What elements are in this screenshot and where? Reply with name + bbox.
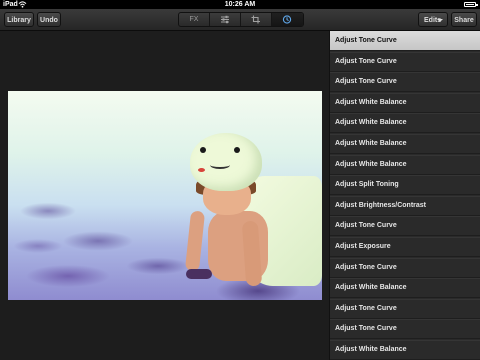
share-button[interactable]: Share — [451, 12, 477, 27]
toolbar: Library Undo FX Edits Share — [0, 9, 480, 31]
edit-history-item[interactable]: Adjust Tone Curve — [330, 258, 480, 278]
tab-fx-label: FX — [189, 16, 199, 23]
tool-segmented-control: FX — [178, 12, 304, 27]
edit-history-item[interactable]: Adjust Tone Curve — [330, 319, 480, 340]
edits-history-panel: Adjust Tone Curve Adjust Tone Curve Adjust… — [329, 31, 480, 360]
edit-history-item[interactable]: Adjust White Balance — [330, 155, 480, 175]
photo-arm-left — [184, 210, 206, 272]
hood-mouth — [210, 161, 230, 169]
sliders-icon — [221, 15, 229, 24]
edit-history-item[interactable]: Adjust Tone Curve — [330, 216, 480, 237]
photo-hand-sand — [186, 269, 212, 279]
library-button[interactable]: Library — [4, 12, 34, 27]
dropdown-caret-icon — [437, 19, 443, 22]
edit-history-item[interactable]: Adjust White Balance — [330, 340, 480, 360]
crop-icon — [251, 15, 260, 24]
tab-adjust[interactable] — [210, 13, 241, 26]
hood-eye-right — [234, 147, 240, 153]
edit-history-item[interactable]: Adjust White Balance — [330, 113, 480, 134]
hood-tongue — [198, 168, 205, 172]
edit-history-item[interactable]: Adjust White Balance — [330, 134, 480, 154]
tab-fx[interactable]: FX — [179, 13, 210, 26]
edit-history-item[interactable]: Adjust Exposure — [330, 237, 480, 257]
edits-menu-button[interactable]: Edits — [418, 12, 448, 27]
edit-history-item[interactable]: Adjust Split Toning — [330, 175, 480, 196]
clock-time: 10:26 AM — [224, 1, 256, 8]
tab-crop[interactable] — [241, 13, 272, 26]
edit-history-item[interactable]: Adjust White Balance — [330, 278, 480, 299]
edit-history-item[interactable]: Adjust Tone Curve — [330, 52, 480, 72]
battery-icon — [464, 2, 478, 7]
edit-history-item[interactable]: Adjust Brightness/Contrast — [330, 196, 480, 216]
hood-eye-left — [200, 147, 206, 153]
undo-button[interactable]: Undo — [37, 12, 61, 27]
edit-history-item[interactable]: Adjust Tone Curve — [330, 299, 480, 319]
edited-photo[interactable] — [8, 91, 322, 300]
photo-frog-hood — [190, 133, 262, 191]
photo-canvas — [0, 31, 329, 360]
status-bar: iPad 10:26 AM — [0, 0, 480, 9]
edit-history-item[interactable]: Adjust Tone Curve — [330, 31, 480, 51]
edit-history-item[interactable]: Adjust White Balance — [330, 93, 480, 113]
tab-history[interactable] — [272, 13, 303, 26]
edit-history-item[interactable]: Adjust Tone Curve — [330, 72, 480, 93]
history-clock-icon — [282, 15, 292, 24]
